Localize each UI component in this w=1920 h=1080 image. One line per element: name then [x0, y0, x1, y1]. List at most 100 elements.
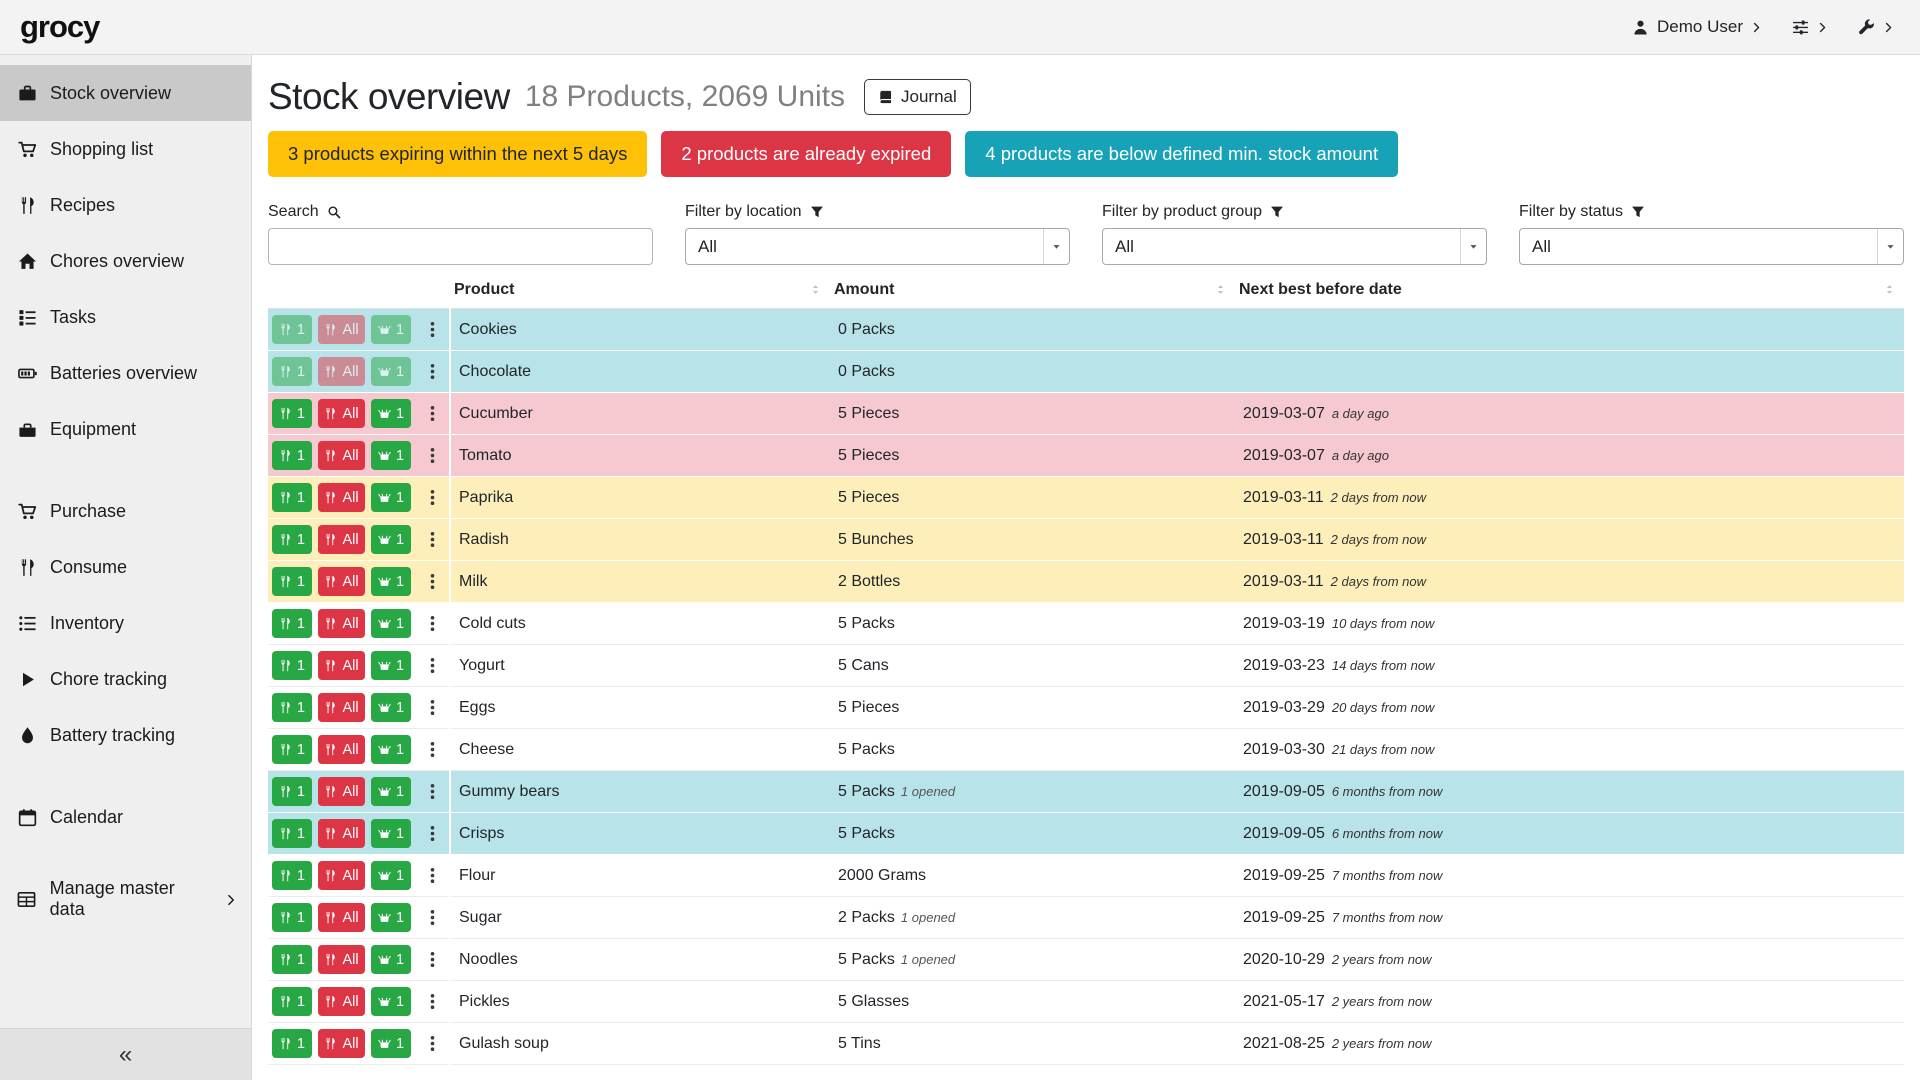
open-one-button[interactable]: 1: [371, 987, 411, 1016]
row-menu-button[interactable]: [424, 657, 441, 674]
open-one-button[interactable]: 1: [371, 357, 411, 386]
consume-one-button[interactable]: 1: [272, 567, 312, 596]
consume-all-button[interactable]: All: [318, 315, 365, 344]
open-one-button[interactable]: 1: [371, 693, 411, 722]
journal-button[interactable]: Journal: [864, 79, 971, 115]
consume-all-button[interactable]: All: [318, 483, 365, 512]
open-one-button[interactable]: 1: [371, 945, 411, 974]
sidebar-item-manage-master-data[interactable]: Manage master data: [0, 871, 251, 927]
consume-one-button[interactable]: 1: [272, 735, 312, 764]
open-one-button[interactable]: 1: [371, 567, 411, 596]
consume-one-button[interactable]: 1: [272, 987, 312, 1016]
row-menu-button[interactable]: [424, 447, 441, 464]
open-one-button[interactable]: 1: [371, 1029, 411, 1058]
consume-all-button[interactable]: All: [318, 399, 365, 428]
open-one-button[interactable]: 1: [371, 525, 411, 554]
consume-all-button[interactable]: All: [318, 441, 365, 470]
consume-one-button[interactable]: 1: [272, 819, 312, 848]
open-one-button[interactable]: 1: [371, 315, 411, 344]
sidebar-collapse-button[interactable]: «: [0, 1028, 251, 1080]
consume-all-button[interactable]: All: [318, 357, 365, 386]
consume-all-button[interactable]: All: [318, 693, 365, 722]
status-filter-select[interactable]: All: [1519, 228, 1904, 265]
consume-all-button[interactable]: All: [318, 651, 365, 680]
sidebar-item-tasks[interactable]: Tasks: [0, 289, 251, 345]
consume-one-button[interactable]: 1: [272, 945, 312, 974]
consume-one-button[interactable]: 1: [272, 693, 312, 722]
sidebar-item-consume[interactable]: Consume: [0, 539, 251, 595]
admin-menu[interactable]: [1858, 17, 1894, 37]
sidebar-item-equipment[interactable]: Equipment: [0, 401, 251, 457]
sidebar-item-recipes[interactable]: Recipes: [0, 177, 251, 233]
consume-one-button[interactable]: 1: [272, 357, 312, 386]
open-one-button[interactable]: 1: [371, 777, 411, 806]
consume-one-button[interactable]: 1: [272, 399, 312, 428]
consume-all-button[interactable]: All: [318, 777, 365, 806]
sort-icon[interactable]: [1214, 281, 1227, 299]
consume-all-button[interactable]: All: [318, 525, 365, 554]
consume-all-button[interactable]: All: [318, 609, 365, 638]
search-input[interactable]: [268, 228, 653, 265]
row-menu-button[interactable]: [424, 1035, 441, 1052]
consume-one-button[interactable]: 1: [272, 861, 312, 890]
open-one-button[interactable]: 1: [371, 819, 411, 848]
consume-all-button[interactable]: All: [318, 1029, 365, 1058]
consume-one-button[interactable]: 1: [272, 1029, 312, 1058]
open-one-button[interactable]: 1: [371, 735, 411, 764]
row-menu-button[interactable]: [424, 615, 441, 632]
consume-one-button[interactable]: 1: [272, 777, 312, 806]
consume-one-button[interactable]: 1: [272, 903, 312, 932]
consume-all-button[interactable]: All: [318, 819, 365, 848]
consume-one-button[interactable]: 1: [272, 609, 312, 638]
consume-one-button[interactable]: 1: [272, 441, 312, 470]
app-logo[interactable]: grocy: [20, 9, 99, 45]
consume-one-button[interactable]: 1: [272, 525, 312, 554]
row-menu-button[interactable]: [424, 699, 441, 716]
status-badge[interactable]: 4 products are below defined min. stock …: [965, 131, 1398, 177]
row-menu-button[interactable]: [424, 951, 441, 968]
sidebar-item-chore-tracking[interactable]: Chore tracking: [0, 651, 251, 707]
status-badge[interactable]: 3 products expiring within the next 5 da…: [268, 131, 647, 177]
row-menu-button[interactable]: [424, 573, 441, 590]
sidebar-item-inventory[interactable]: Inventory: [0, 595, 251, 651]
row-menu-button[interactable]: [424, 993, 441, 1010]
sidebar-item-purchase[interactable]: Purchase: [0, 483, 251, 539]
column-header-amount[interactable]: Amount: [830, 275, 1235, 309]
row-menu-button[interactable]: [424, 363, 441, 380]
sidebar-item-stock-overview[interactable]: Stock overview: [0, 65, 251, 121]
row-menu-button[interactable]: [424, 405, 441, 422]
sidebar-item-batteries-overview[interactable]: Batteries overview: [0, 345, 251, 401]
sidebar-item-battery-tracking[interactable]: Battery tracking: [0, 707, 251, 763]
sort-icon[interactable]: [1883, 281, 1896, 299]
open-one-button[interactable]: 1: [371, 399, 411, 428]
product-group-filter-select[interactable]: All: [1102, 228, 1487, 265]
row-menu-button[interactable]: [424, 741, 441, 758]
open-one-button[interactable]: 1: [371, 651, 411, 680]
location-filter-select[interactable]: All: [685, 228, 1070, 265]
row-menu-button[interactable]: [424, 489, 441, 506]
user-menu[interactable]: Demo User: [1632, 17, 1762, 37]
open-one-button[interactable]: 1: [371, 861, 411, 890]
consume-one-button[interactable]: 1: [272, 315, 312, 344]
open-one-button[interactable]: 1: [371, 903, 411, 932]
sidebar-item-chores-overview[interactable]: Chores overview: [0, 233, 251, 289]
open-one-button[interactable]: 1: [371, 483, 411, 512]
row-menu-button[interactable]: [424, 909, 441, 926]
column-header-next-best-before-date[interactable]: Next best before date: [1235, 275, 1904, 309]
row-menu-button[interactable]: [424, 867, 441, 884]
sidebar-item-calendar[interactable]: Calendar: [0, 789, 251, 845]
consume-all-button[interactable]: All: [318, 735, 365, 764]
sort-icon[interactable]: [809, 281, 822, 299]
row-menu-button[interactable]: [424, 825, 441, 842]
settings-menu[interactable]: [1792, 17, 1828, 37]
row-menu-button[interactable]: [424, 321, 441, 338]
consume-one-button[interactable]: 1: [272, 483, 312, 512]
consume-all-button[interactable]: All: [318, 945, 365, 974]
row-menu-button[interactable]: [424, 783, 441, 800]
consume-one-button[interactable]: 1: [272, 651, 312, 680]
row-menu-button[interactable]: [424, 531, 441, 548]
consume-all-button[interactable]: All: [318, 903, 365, 932]
open-one-button[interactable]: 1: [371, 441, 411, 470]
status-badge[interactable]: 2 products are already expired: [661, 131, 951, 177]
open-one-button[interactable]: 1: [371, 609, 411, 638]
